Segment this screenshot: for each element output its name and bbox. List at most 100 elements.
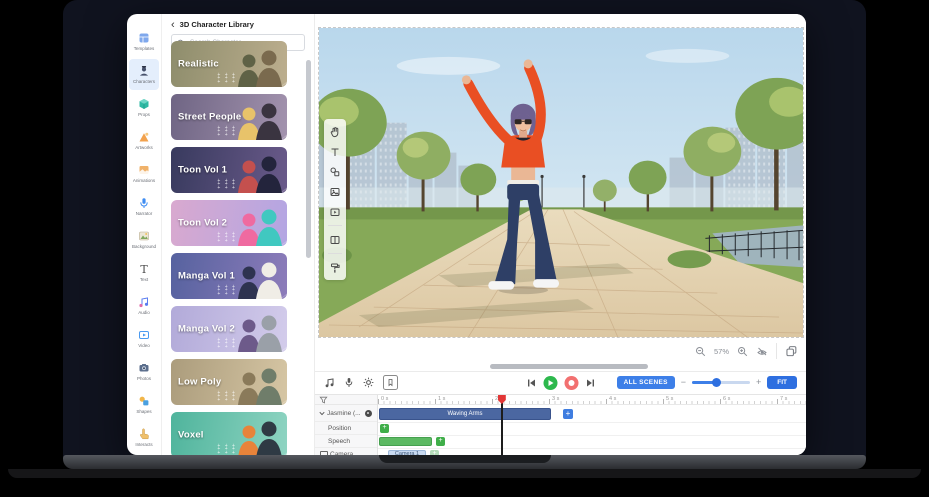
- timeline-toolbar: ALL SCENES − + FIT: [315, 371, 806, 393]
- layout-tool-button[interactable]: [328, 233, 342, 246]
- timeline-track-labels: Jasmine (... Position Speech Camera: [315, 395, 378, 455]
- card-toon-vol-1[interactable]: + + ++ + ++ + + Toon Vol 1: [171, 147, 287, 193]
- video-tool-icon: [329, 206, 341, 218]
- filter-funnel-icon: [319, 396, 328, 404]
- card-label: Street People: [178, 112, 241, 123]
- ruler-tick: 5 s: [666, 396, 673, 402]
- video-icon: [138, 329, 150, 341]
- track-name: Speech: [328, 438, 350, 445]
- timeline-zoom-in[interactable]: +: [756, 378, 761, 387]
- sidebar-item-narrator[interactable]: Narrator: [129, 191, 159, 222]
- sidebar-item-label: Background: [132, 244, 156, 249]
- sidebar-item-label: Characters: [133, 79, 155, 84]
- add-speech-button[interactable]: +: [436, 437, 445, 446]
- copy-icon: [785, 345, 798, 358]
- laptop-base-shadow: [8, 469, 921, 478]
- transport-controls: [526, 376, 595, 390]
- fit-button[interactable]: FIT: [767, 376, 797, 389]
- sidebar-item-templates[interactable]: Templates: [129, 26, 159, 57]
- sidebar-item-text[interactable]: T Text: [129, 257, 159, 288]
- effects-button[interactable]: [363, 377, 374, 388]
- sidebar-item-artworks[interactable]: Artworks: [129, 125, 159, 156]
- format-paint-button[interactable]: [328, 261, 342, 274]
- card-decor-plus: + + ++ + ++ + +: [217, 74, 236, 85]
- pan-tool-button[interactable]: [328, 125, 342, 138]
- split-layout-icon: [329, 234, 341, 246]
- track-label-camera: Camera: [315, 448, 377, 455]
- card-decor-plus: + + ++ + ++ + +: [217, 339, 236, 350]
- text-tool-icon: [329, 146, 341, 158]
- page: { "sidebar": { "items": [ {"label": "Tem…: [0, 0, 929, 497]
- play-button[interactable]: [543, 376, 557, 390]
- play-icon: [548, 380, 553, 386]
- canvas-h-scrollbar: [315, 364, 806, 370]
- sidebar-item-label: Photos: [137, 376, 151, 381]
- h-scrollbar-thumb[interactable]: [490, 364, 648, 369]
- add-position-button[interactable]: +: [380, 424, 389, 433]
- card-voxel[interactable]: + + ++ + ++ + + Voxel: [171, 412, 287, 455]
- timeline-tracks: 0 s 1 s 2 s 3 s 4 s 5 s 6 s 7 s Waving A…: [378, 395, 806, 455]
- card-street-people[interactable]: + + ++ + ++ + + Street People: [171, 94, 287, 140]
- panel-scrollbar[interactable]: [306, 60, 311, 258]
- sidebar-item-photos[interactable]: Photos: [129, 356, 159, 387]
- back-chevron-icon[interactable]: ‹: [171, 21, 175, 29]
- hand-icon: [329, 126, 341, 138]
- shapes-tool-icon: [329, 166, 341, 178]
- card-toon-vol-2[interactable]: + + ++ + ++ + + Toon Vol 2: [171, 200, 287, 246]
- text-tool-button[interactable]: [328, 145, 342, 158]
- image-tool-button[interactable]: [328, 185, 342, 198]
- shapes-tool-button[interactable]: [328, 165, 342, 178]
- sidebar-item-background[interactable]: Background: [129, 224, 159, 255]
- sidebar-item-label: Templates: [134, 46, 155, 51]
- card-low-poly[interactable]: + + ++ + ++ + + Low Poly: [171, 359, 287, 405]
- paint-roller-icon: [329, 262, 341, 274]
- record-button[interactable]: [564, 376, 578, 390]
- record-voice-button[interactable]: [344, 377, 354, 388]
- panel-header: ‹ 3D Character Library: [162, 14, 314, 32]
- timeline-ruler[interactable]: 0 s 1 s 2 s 3 s 4 s 5 s 6 s 7 s: [378, 395, 806, 405]
- artworks-icon: [138, 131, 150, 143]
- sidebar-item-label: Interacts: [135, 442, 152, 447]
- chevron-down-icon[interactable]: [319, 411, 325, 416]
- sidebar-item-props[interactable]: Props: [129, 92, 159, 123]
- card-realistic[interactable]: + + ++ + ++ + + Realistic: [171, 41, 287, 87]
- card-manga-vol-2[interactable]: + + ++ + ++ + + Manga Vol 2: [171, 306, 287, 352]
- timeline-zoom-slider[interactable]: [692, 381, 750, 384]
- microphone-icon: [344, 377, 354, 388]
- card-manga-vol-1[interactable]: + + ++ + ++ + + Manga Vol 1: [171, 253, 287, 299]
- interacts-icon: [138, 428, 150, 440]
- sidebar-item-label: Audio: [138, 310, 150, 315]
- sidebar-item-video[interactable]: Video: [129, 323, 159, 354]
- animation-clip[interactable]: Waving Arms: [379, 408, 551, 420]
- zoom-in-button[interactable]: [737, 346, 748, 357]
- speech-clip[interactable]: [379, 437, 432, 446]
- all-scenes-button[interactable]: ALL SCENES: [617, 376, 675, 389]
- zoom-out-button[interactable]: [695, 346, 706, 357]
- timeline-filter[interactable]: [315, 395, 377, 405]
- add-marker-button[interactable]: [383, 375, 398, 390]
- skip-to-end-button[interactable]: [585, 378, 595, 388]
- sidebar-item-label: Shapes: [136, 409, 151, 414]
- duplicate-scene-button[interactable]: [785, 345, 798, 358]
- slider-knob[interactable]: [712, 378, 721, 387]
- image-tool-icon: [329, 186, 341, 198]
- character-card-list: + + ++ + ++ + + Realistic + + ++ + ++ + …: [162, 41, 314, 455]
- sidebar-item-audio[interactable]: Audio: [129, 290, 159, 321]
- view-controls: 57%: [315, 338, 806, 364]
- stage-area: 57% ALL SCENES −: [315, 14, 806, 455]
- add-animation-button[interactable]: +: [563, 409, 573, 419]
- video-tool-button[interactable]: [328, 205, 342, 218]
- sidebar-item-animations[interactable]: Animations: [129, 158, 159, 189]
- templates-icon: [138, 32, 150, 44]
- timeline-zoom-out[interactable]: −: [681, 378, 686, 387]
- sidebar-item-shapes[interactable]: Shapes: [129, 389, 159, 420]
- playhead[interactable]: [501, 395, 503, 455]
- scene-canvas[interactable]: [318, 27, 804, 338]
- add-music-button[interactable]: [324, 377, 335, 388]
- music-note-icon: [324, 377, 335, 388]
- hide-ui-button[interactable]: [756, 346, 768, 357]
- sidebar-item-characters[interactable]: Characters: [129, 59, 159, 90]
- track-toggle-icon[interactable]: [365, 410, 372, 417]
- skip-to-start-button[interactable]: [526, 378, 536, 388]
- sidebar-item-interacts[interactable]: Interacts: [129, 422, 159, 453]
